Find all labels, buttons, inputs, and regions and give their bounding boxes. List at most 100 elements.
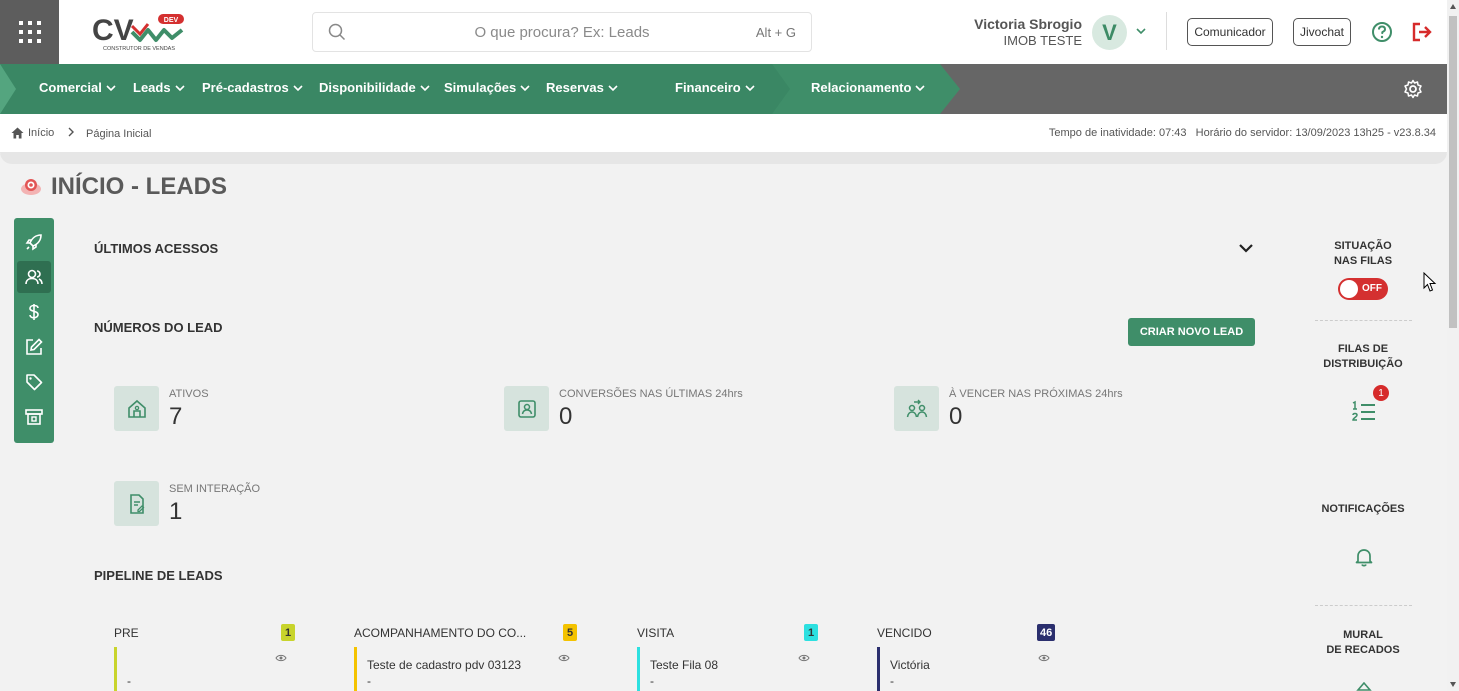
chevron-down-icon [745,84,755,91]
pipeline-stage-vencido: VENCIDO [877,626,932,640]
pipeline-count-badge: 5 [563,624,577,641]
help-icon[interactable] [1371,21,1393,43]
nav-item-disponibilidade[interactable]: Disponibilidade [319,80,430,95]
pipeline-card-title: Teste de cadastro pdv 03123 [367,658,522,672]
divider [1315,320,1412,321]
server-info: Tempo de inatividade: 07:43 Horário do s… [1048,127,1436,139]
users-exchange-icon [894,386,939,431]
section-numeros-lead: NÚMEROS DO LEAD [94,320,223,335]
rail-rocket-button[interactable] [17,226,51,258]
chevron-right-icon [68,127,74,137]
stat-ativos-value[interactable]: 7 [169,403,182,431]
bell-icon[interactable] [1355,547,1373,567]
pipeline-count-badge: 46 [1037,624,1056,641]
chevron-down-icon[interactable] [1135,26,1147,36]
stat-vencer-value[interactable]: 0 [949,403,962,431]
mural-recados-title: MURAL DE RECADOS [1307,628,1419,658]
comunicador-button[interactable]: Comunicador [1187,18,1273,46]
pipeline-card[interactable]: Victória - [877,647,1087,691]
rail-tag-button[interactable] [17,366,51,398]
nav-item-simulacoes[interactable]: Simulações [444,80,530,95]
nav-item-relacionamento[interactable]: Relacionamento [811,80,925,95]
nav-item-leads[interactable]: Leads [133,80,185,95]
grid-icon [18,21,41,43]
filas-distribuicao-title: FILAS DE DISTRIBUIÇÃO [1307,342,1419,372]
scroll-up-arrow[interactable] [1450,4,1456,9]
edit-icon [26,338,43,355]
nav-item-financeiro[interactable]: Financeiro [675,80,755,95]
dollar-icon [29,304,39,320]
users-icon [25,269,43,285]
section-ultimos-acessos[interactable]: ÚLTIMOS ACESSOS [94,241,218,256]
logo-graphic: CV DEV CONSTRUTOR DE VENDAS [92,14,184,52]
logout-icon[interactable] [1410,21,1434,43]
nav-label: Reservas [546,80,604,95]
document-edit-icon [114,481,159,526]
rail-building-button[interactable] [17,401,51,433]
global-search[interactable]: O que procura? Ex: Leads Alt + G [312,12,812,52]
gear-icon[interactable] [1403,79,1423,99]
jivochat-button[interactable]: Jivochat [1293,18,1351,46]
rail-edit-button[interactable] [17,331,51,363]
toggle-knob [1340,280,1358,298]
stat-sem-interacao-value[interactable]: 1 [169,498,182,526]
scroll-down-arrow[interactable] [1450,682,1456,687]
chevron-down-icon [420,84,430,91]
search-shortcut: Alt + G [755,25,796,40]
queue-status-toggle[interactable]: OFF [1338,278,1388,300]
main-nav: Comercial Leads Pré-cadastros Disponibil… [0,64,1447,114]
divider [1315,605,1412,606]
chevron-down-icon[interactable] [1237,241,1255,255]
mouse-cursor-icon [1423,272,1437,292]
nav-item-reservas[interactable]: Reservas [546,80,618,95]
pipeline-card-sub: - [367,674,371,688]
filas-count-badge: 1 [1373,385,1389,401]
divider [1166,12,1167,50]
nav-label: Financeiro [675,80,741,95]
breadcrumb-home[interactable]: Início [11,127,54,139]
apps-grid-button[interactable] [0,0,59,64]
rail-users-button[interactable] [17,261,51,293]
chevron-down-icon [520,84,530,91]
nav-label: Simulações [444,80,517,95]
situacao-line2: NAS FILAS [1333,255,1393,267]
mural-line1: MURAL [1343,629,1383,641]
nav-label: Relacionamento [811,80,912,95]
user-company: IMOB TESTE [1003,33,1083,48]
content-top-edge [0,152,1447,164]
stat-conversoes-value[interactable]: 0 [559,403,572,431]
stat-ativos-label: ATIVOS [169,388,209,400]
rail-dollar-button[interactable] [17,296,51,328]
pipeline-stage-acompanhamento: ACOMPANHAMENTO DO CO... [354,626,527,640]
ordered-list-icon[interactable] [1351,400,1377,426]
nav-item-comercial[interactable]: Comercial [39,80,116,95]
pipeline-count-badge: 1 [281,624,295,641]
top-bar: CV DEV CONSTRUTOR DE VENDAS O que procur… [0,0,1447,64]
svg-text:CV: CV [92,14,134,47]
pin-icon[interactable] [1356,682,1372,691]
section-pipeline: PIPELINE DE LEADS [94,568,223,583]
page-scrollbar[interactable] [1447,0,1459,691]
filas-line1: FILAS DE [1337,343,1389,355]
avatar[interactable]: V [1092,15,1127,50]
stat-sem-interacao-label: SEM INTERAÇÃO [169,483,261,495]
pipeline-stage-visita: VISITA [637,626,675,640]
cv-logo[interactable]: CV DEV CONSTRUTOR DE VENDAS [92,12,187,52]
breadcrumb-home-label: Início [28,127,55,139]
pipeline-card[interactable]: - [114,647,324,691]
pipeline-card[interactable]: Teste de cadastro pdv 03123 - [354,647,564,691]
nav-label: Leads [133,80,171,95]
pipeline-card-title: Victória [890,658,930,672]
nav-item-pre-cadastros[interactable]: Pré-cadastros [202,80,303,95]
mural-line2: DE RECADOS [1326,644,1400,656]
breadcrumb: Início Página Inicial Tempo de inativida… [0,114,1447,154]
pipeline-stage-pre: PRE [114,626,139,640]
nav-label: Disponibilidade [319,80,416,95]
building-icon [25,409,43,425]
pipeline-card-sub: - [650,674,654,688]
pipeline-card[interactable]: Teste Fila 08 - [637,647,847,691]
create-lead-button[interactable]: CRIAR NOVO LEAD [1128,318,1255,346]
user-info[interactable]: Victoria Sbrogio IMOB TESTE [940,16,1082,48]
svg-text:DEV: DEV [164,17,179,24]
scrollbar-thumb[interactable] [1449,16,1457,328]
